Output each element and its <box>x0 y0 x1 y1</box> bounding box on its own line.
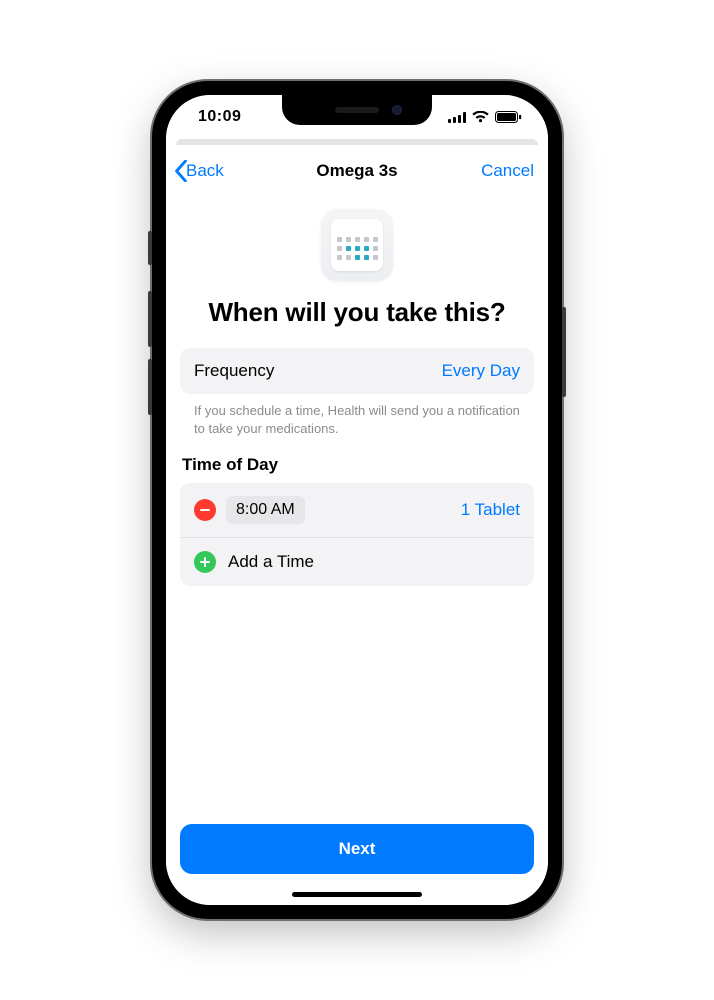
dose-value[interactable]: 1 Tablet <box>461 500 520 520</box>
speaker-grille <box>335 107 379 113</box>
home-indicator[interactable] <box>292 892 422 897</box>
cancel-button[interactable]: Cancel <box>481 161 534 181</box>
status-right <box>448 111 522 123</box>
nav-bar: Back Omega 3s Cancel <box>166 147 548 195</box>
screen: 10:09 Back Omega 3s <box>166 95 548 905</box>
calendar-hero-icon <box>321 209 393 281</box>
sheet-behind-card <box>176 139 538 145</box>
volume-down-button <box>148 359 152 415</box>
next-button[interactable]: Next <box>180 824 534 874</box>
content: When will you take this? Frequency Every… <box>166 195 548 824</box>
back-button[interactable]: Back <box>174 160 224 182</box>
frequency-value: Every Day <box>442 361 520 381</box>
time-section-header: Time of Day <box>180 455 534 483</box>
mute-switch <box>148 231 152 265</box>
time-value[interactable]: 8:00 AM <box>226 496 305 524</box>
modal-sheet: Back Omega 3s Cancel When will you take … <box>166 147 548 905</box>
front-camera <box>392 105 402 115</box>
remove-time-button[interactable] <box>194 499 216 521</box>
time-row[interactable]: 8:00 AM 1 Tablet <box>180 483 534 537</box>
phone-frame: 10:09 Back Omega 3s <box>152 81 562 919</box>
notch <box>282 95 432 125</box>
add-time-button[interactable] <box>194 551 216 573</box>
battery-icon <box>495 111 522 123</box>
wifi-icon <box>472 111 489 123</box>
add-time-label: Add a Time <box>228 552 314 572</box>
frequency-group: Frequency Every Day <box>180 348 534 394</box>
minus-icon <box>200 509 210 511</box>
power-button <box>562 307 566 397</box>
add-time-row[interactable]: Add a Time <box>180 537 534 586</box>
calendar-page-icon <box>331 219 383 271</box>
status-time: 10:09 <box>198 108 241 126</box>
frequency-label: Frequency <box>194 361 274 381</box>
back-label: Back <box>186 161 224 181</box>
time-group: 8:00 AM 1 Tablet Add a Time <box>180 483 534 586</box>
page-title: When will you take this? <box>180 297 534 328</box>
frequency-row[interactable]: Frequency Every Day <box>180 348 534 394</box>
volume-up-button <box>148 291 152 347</box>
nav-title: Omega 3s <box>316 161 397 181</box>
cellular-icon <box>448 112 466 123</box>
frequency-footnote: If you schedule a time, Health will send… <box>180 394 534 455</box>
